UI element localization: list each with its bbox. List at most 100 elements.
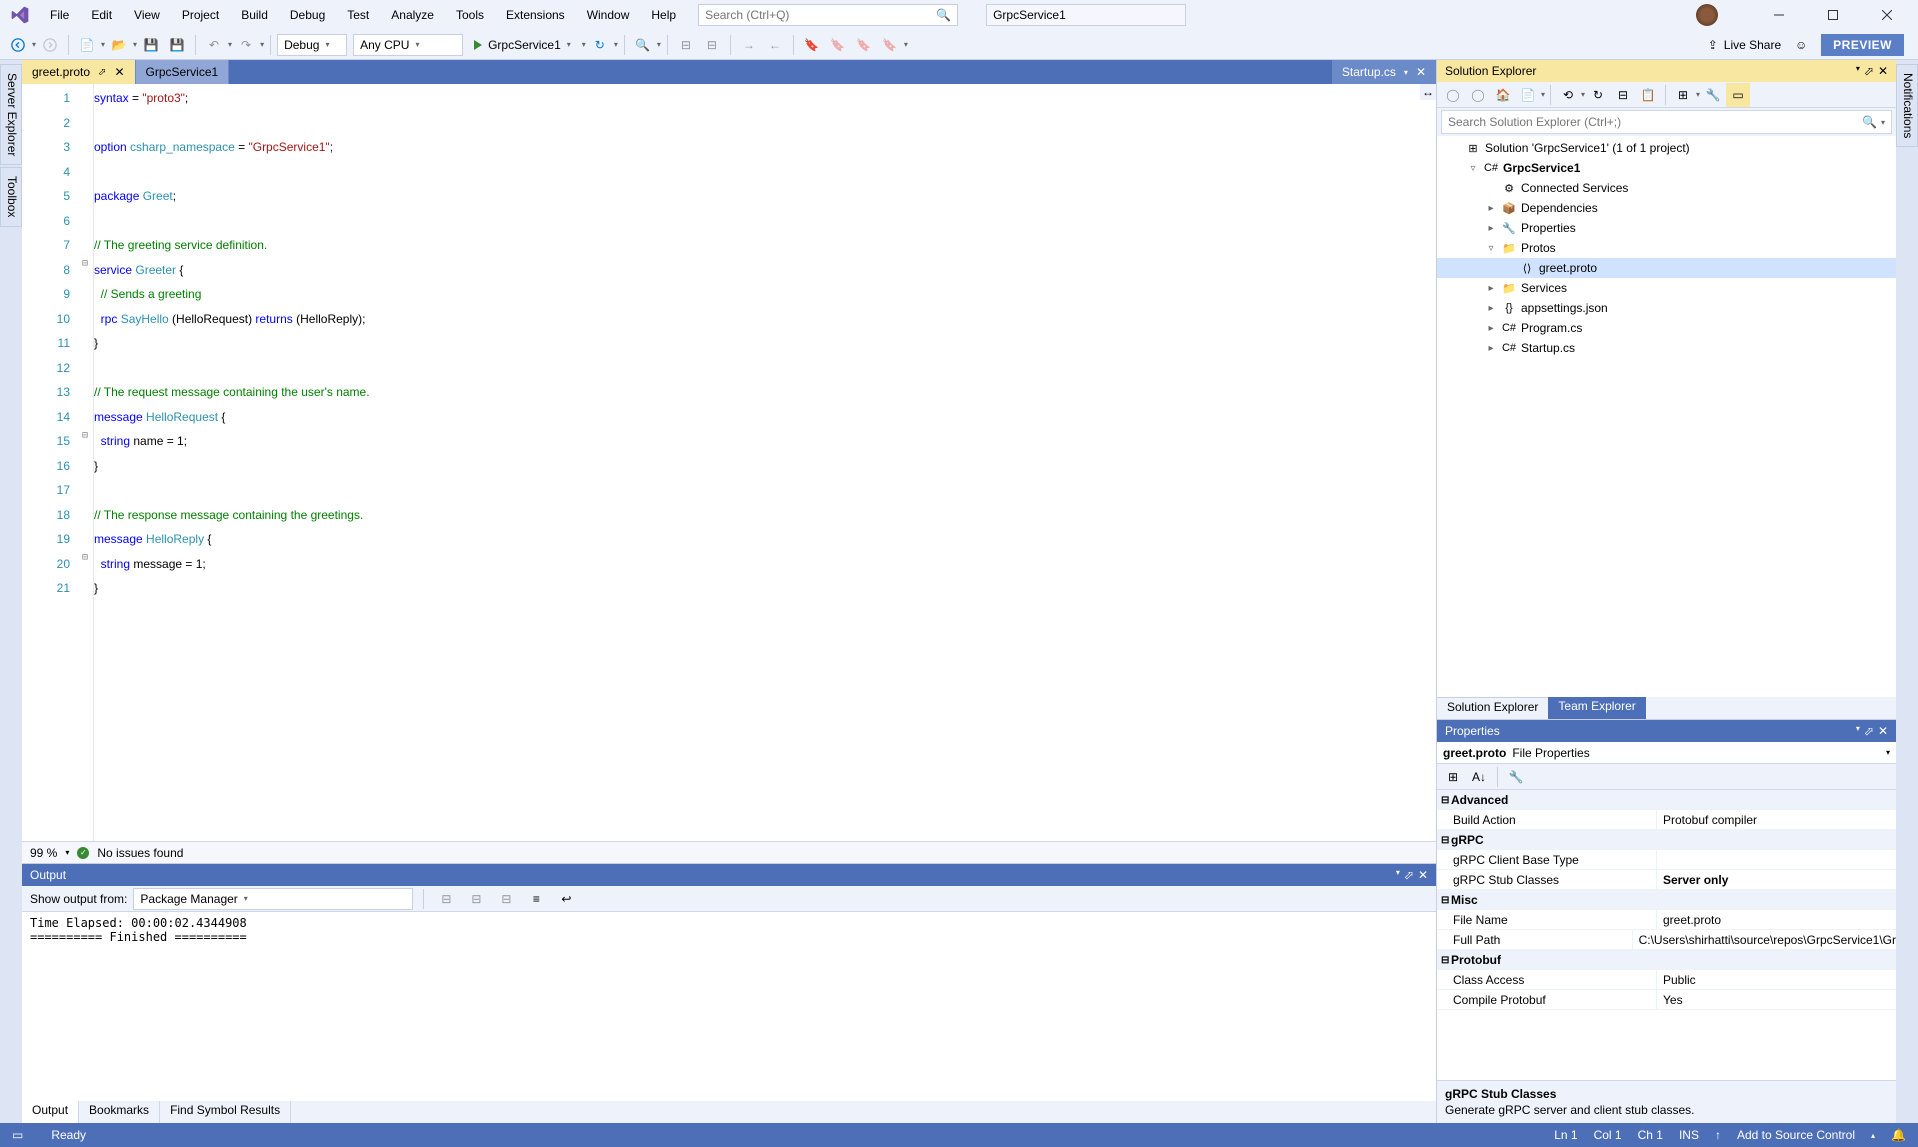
comment-button[interactable]: ⊟ <box>674 33 698 57</box>
redo-button[interactable]: ↷ <box>234 33 258 57</box>
pin-icon[interactable]: ⬀ <box>98 67 106 78</box>
dropdown-icon[interactable]: ▾ <box>1396 868 1400 882</box>
properties-file-row[interactable]: greet.proto File Properties ▾ <box>1437 742 1896 764</box>
quick-search[interactable]: 🔍 <box>698 4 958 26</box>
sol-properties-button[interactable]: 🔧 <box>1701 83 1725 107</box>
tree-node[interactable]: ▸C#Program.cs <box>1437 318 1896 338</box>
menu-edit[interactable]: Edit <box>81 4 122 26</box>
clear-bookmarks-button[interactable]: 🔖 <box>878 33 902 57</box>
feedback-button[interactable]: ☺ <box>1789 33 1813 57</box>
dropdown-icon[interactable]: ▾ <box>1856 724 1860 738</box>
props-row[interactable]: Class AccessPublic <box>1437 970 1896 990</box>
preview-button[interactable]: PREVIEW <box>1821 34 1904 56</box>
live-share-button[interactable]: ⇪ Live Share <box>1708 38 1781 52</box>
tree-node[interactable]: ▿C#GrpcService1 <box>1437 158 1896 178</box>
code-body[interactable]: syntax = "proto3"; option csharp_namespa… <box>94 84 1436 841</box>
tree-node[interactable]: ▸C#Startup.cs <box>1437 338 1896 358</box>
menu-build[interactable]: Build <box>231 4 278 26</box>
code-editor[interactable]: 123456789101112131415161718192021 ⊟ ⊟ ⊟ … <box>22 84 1436 841</box>
props-category[interactable]: ⊟ Advanced <box>1437 790 1896 810</box>
sol-back-button[interactable]: ◯ <box>1441 83 1465 107</box>
menu-test[interactable]: Test <box>337 4 379 26</box>
menu-extensions[interactable]: Extensions <box>496 4 575 26</box>
output-wrap-button[interactable]: ↩ <box>554 887 578 911</box>
tree-node[interactable]: ▸📦Dependencies <box>1437 198 1896 218</box>
props-category[interactable]: ⊟ gRPC <box>1437 830 1896 850</box>
menu-file[interactable]: File <box>40 4 79 26</box>
sol-home-button[interactable]: 🏠 <box>1491 83 1515 107</box>
outdent-button[interactable]: ← <box>763 33 787 57</box>
props-category[interactable]: ⊟ Misc <box>1437 890 1896 910</box>
close-icon[interactable]: ✕ <box>1878 64 1888 78</box>
output-body[interactable]: Time Elapsed: 00:00:02.4344908 =========… <box>22 912 1436 1101</box>
sol-show-all-button[interactable]: 📋 <box>1636 83 1660 107</box>
menu-window[interactable]: Window <box>577 4 640 26</box>
close-icon[interactable]: ✕ <box>1878 724 1888 738</box>
sol-forward-button[interactable]: ◯ <box>1466 83 1490 107</box>
next-bookmark-button[interactable]: 🔖 <box>852 33 876 57</box>
tree-node[interactable]: ⚙Connected Services <box>1437 178 1896 198</box>
props-row[interactable]: Full PathC:\Users\shirhatti\source\repos… <box>1437 930 1896 950</box>
pin-icon[interactable]: ⬀ <box>1864 724 1874 738</box>
output-btn-1[interactable]: ⊟ <box>434 887 458 911</box>
sol-sync-button[interactable]: ⟲ <box>1556 83 1580 107</box>
solution-name-box[interactable]: GrpcService1 <box>986 4 1186 26</box>
find-button[interactable]: 🔍 <box>631 33 655 57</box>
close-tab-icon[interactable]: ✕ <box>114 65 124 79</box>
tree-node[interactable]: ▸{}appsettings.json <box>1437 298 1896 318</box>
bookmark-button[interactable]: 🔖 <box>800 33 824 57</box>
bottom-tab-bookmarks[interactable]: Bookmarks <box>79 1101 160 1123</box>
bottom-tab-find-symbol-results[interactable]: Find Symbol Results <box>160 1101 291 1123</box>
tree-node[interactable]: ▸📁Services <box>1437 278 1896 298</box>
menu-view[interactable]: View <box>124 4 170 26</box>
open-file-button[interactable]: 📂 <box>107 33 131 57</box>
menu-help[interactable]: Help <box>641 4 686 26</box>
sol-tab-solution-explorer[interactable]: Solution Explorer <box>1437 697 1548 719</box>
output-btn-3[interactable]: ⊟ <box>494 887 518 911</box>
search-input[interactable] <box>705 8 936 22</box>
sol-preview-button[interactable]: ▭ <box>1726 83 1750 107</box>
tree-node[interactable]: ▸🔧Properties <box>1437 218 1896 238</box>
status-line[interactable]: Ln 1 <box>1554 1128 1577 1142</box>
tree-node[interactable]: ⟨⟩greet.proto <box>1437 258 1896 278</box>
close-preview-tab-icon[interactable]: ✕ <box>1416 65 1426 79</box>
solution-search[interactable]: 🔍▾ <box>1441 110 1892 134</box>
props-row[interactable]: gRPC Client Base Type <box>1437 850 1896 870</box>
props-row[interactable]: Build ActionProtobuf compiler <box>1437 810 1896 830</box>
props-row[interactable]: File Namegreet.proto <box>1437 910 1896 930</box>
editor-tab[interactable]: GrpcService1 <box>136 60 230 84</box>
nav-forward-button[interactable] <box>38 33 62 57</box>
side-toolbox[interactable]: Toolbox <box>0 167 22 226</box>
props-category[interactable]: ⊟ Protobuf <box>1437 950 1896 970</box>
output-clear-button[interactable]: ≡ <box>524 887 548 911</box>
indent-button[interactable]: → <box>737 33 761 57</box>
output-source-dropdown[interactable]: Package Manager▾ <box>133 888 413 910</box>
menu-debug[interactable]: Debug <box>280 4 335 26</box>
status-ins[interactable]: INS <box>1679 1128 1699 1142</box>
bottom-tab-output[interactable]: Output <box>22 1101 79 1123</box>
user-avatar[interactable] <box>1696 4 1718 26</box>
save-button[interactable]: 💾 <box>139 33 163 57</box>
bell-icon[interactable]: 🔔 <box>1891 1128 1906 1142</box>
maximize-button[interactable] <box>1810 0 1856 30</box>
close-button[interactable] <box>1864 0 1910 30</box>
tree-node[interactable]: ⊞Solution 'GrpcService1' (1 of 1 project… <box>1437 138 1896 158</box>
side-notifications[interactable]: Notifications <box>1896 64 1918 147</box>
status-ch[interactable]: Ch 1 <box>1638 1128 1663 1142</box>
minimize-button[interactable] <box>1756 0 1802 30</box>
sol-refresh-button[interactable]: ↻ <box>1586 83 1610 107</box>
undo-button[interactable]: ↶ <box>202 33 226 57</box>
status-col[interactable]: Col 1 <box>1594 1128 1622 1142</box>
dropdown-icon[interactable]: ▾ <box>1856 64 1860 78</box>
save-all-button[interactable]: 💾 <box>165 33 189 57</box>
solution-search-input[interactable] <box>1448 115 1862 129</box>
platform-dropdown[interactable]: Any CPU▾ <box>353 34 463 56</box>
props-row[interactable]: Compile ProtobufYes <box>1437 990 1896 1010</box>
pin-icon[interactable]: ⬀ <box>1404 868 1414 882</box>
menu-analyze[interactable]: Analyze <box>381 4 444 26</box>
uncomment-button[interactable]: ⊟ <box>700 33 724 57</box>
new-project-button[interactable]: 📄 <box>75 33 99 57</box>
menu-tools[interactable]: Tools <box>446 4 494 26</box>
props-categorized-button[interactable]: ⊞ <box>1441 765 1465 789</box>
side-server-explorer[interactable]: Server Explorer <box>0 64 22 165</box>
